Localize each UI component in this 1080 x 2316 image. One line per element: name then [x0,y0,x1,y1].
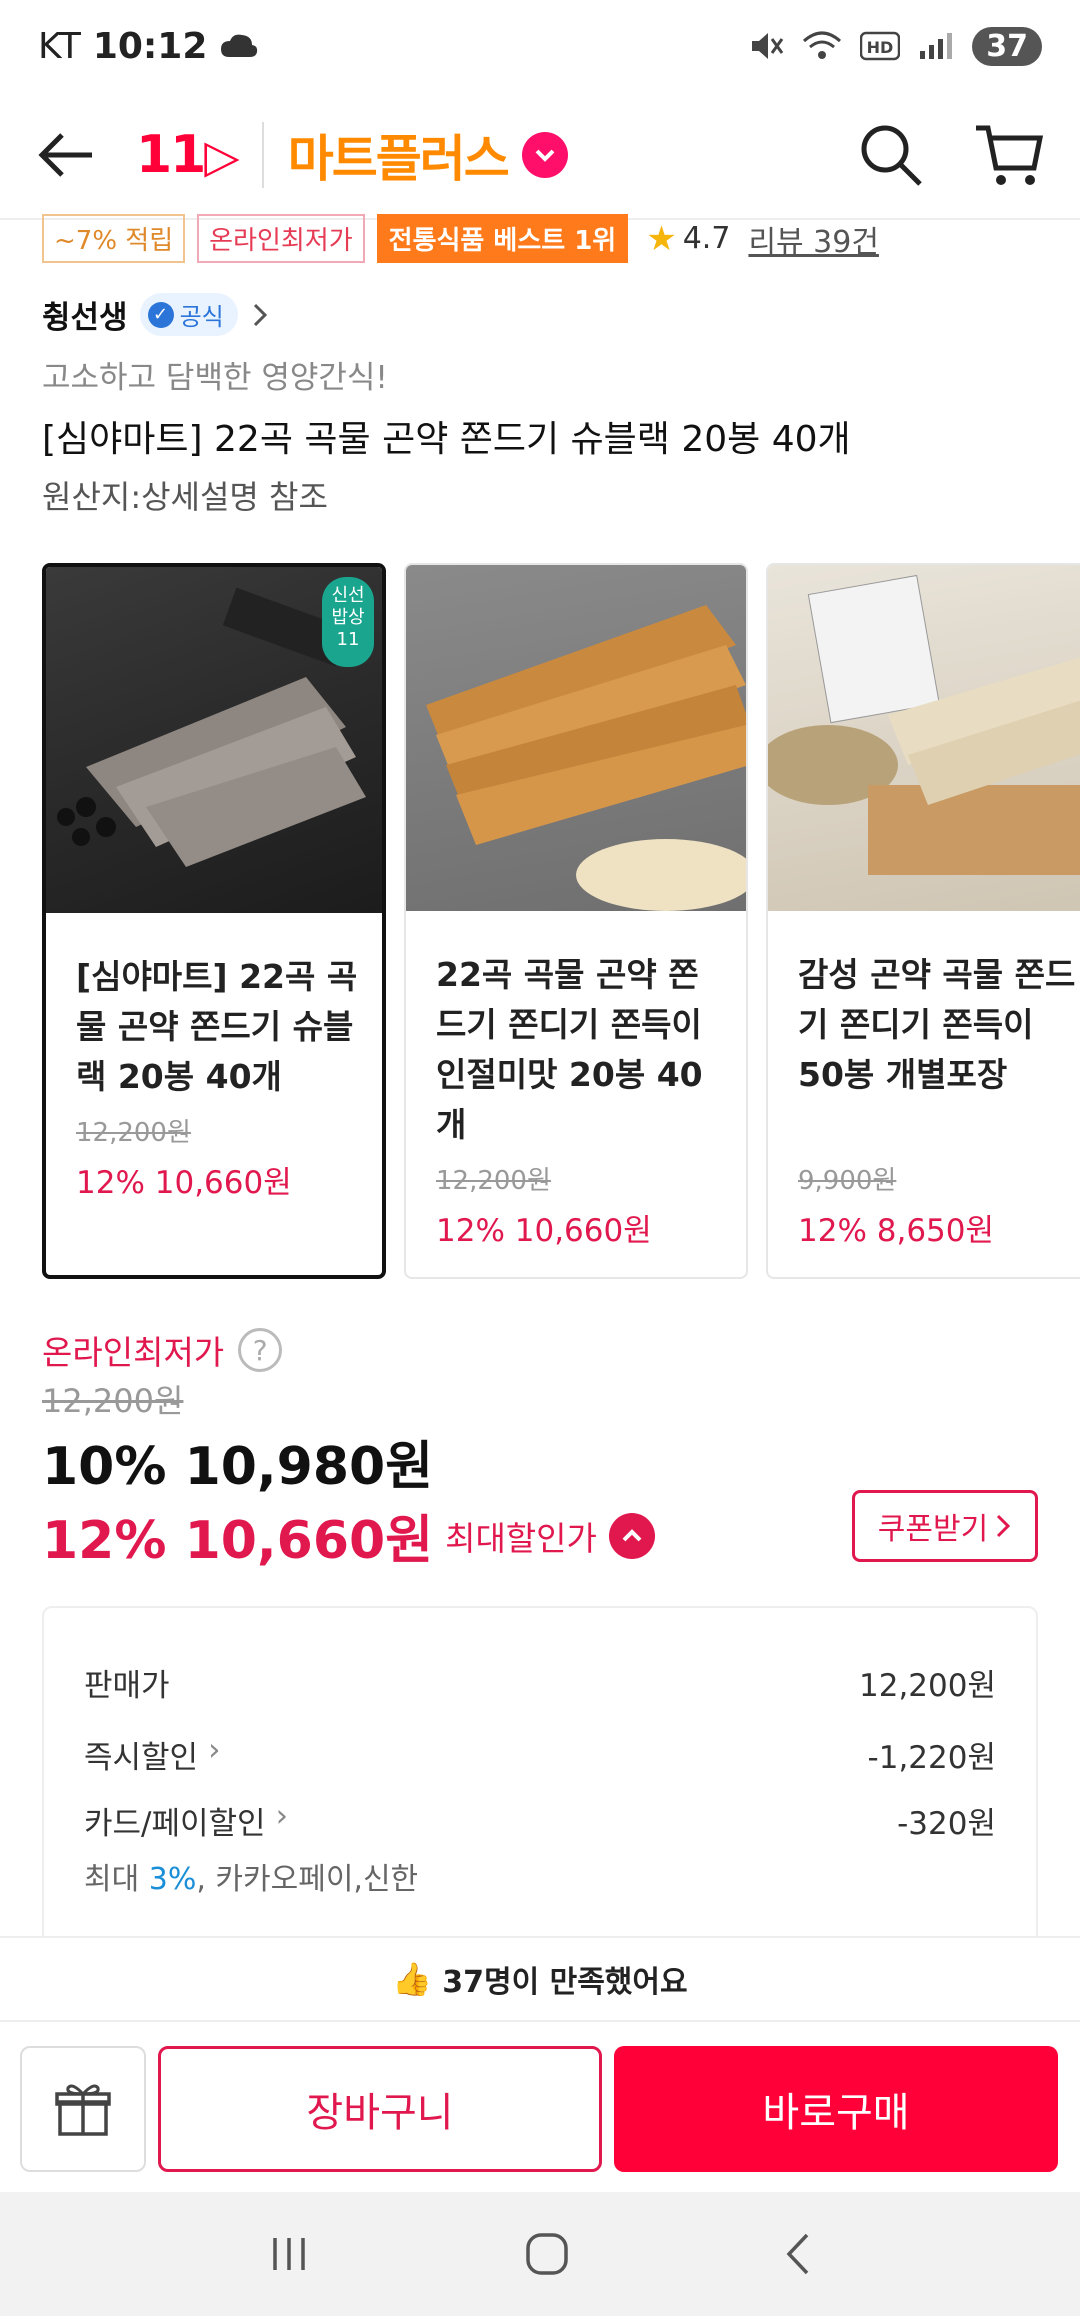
cloud-icon [221,34,258,57]
note-cards: , 카카오페이,신한 [196,1862,419,1897]
thumbs-up-icon: 👍 [392,1960,433,1998]
option-original-price: 9,900원 [798,1166,897,1196]
verified-check-icon: ✓ [147,301,174,328]
sale-price-row: 판매가 12,200원 [84,1660,996,1705]
chevron-right-icon [997,1514,1011,1538]
lowest-price-label: 온라인최저가 [42,1333,225,1372]
purchase-bar: 장바구니 바로구매 [0,2020,1080,2192]
best-rank-tag: 전통식품 베스트 1위 [376,214,629,263]
product-origin: 원산지:상세설명 참조 [42,478,328,516]
brand-divider [261,122,264,188]
rating: ★ 4.7 리뷰 39건 [646,217,879,261]
option-name: [심야마트] 22곡 곡물 곤약 쫀드기 슈블랙 20봉 40개 [76,957,358,1096]
original-price: 12,200원 [42,1382,184,1420]
sale-price-label: 판매가 [84,1668,170,1704]
instant-discount-label: 즉시할인 [84,1740,199,1776]
satisfaction-banner: 👍 37명이 만족했어요 [0,1936,1080,2020]
home-icon[interactable] [524,2231,570,2277]
product-title: [심야마트] 22곡 곡물 곤약 쫀드기 슈블랙 20봉 40개 [42,419,851,460]
mart-plus-label[interactable]: 마트플러스 [288,119,510,191]
chevron-up-icon[interactable] [608,1512,655,1559]
card-discount-value: -320원 [897,1806,996,1842]
max-discount-label: 최대할인가 [445,1518,597,1558]
option-card[interactable]: 감성 곤약 곡물 쫀드기 쫀디기 쫀득이 50봉 개별포장 9,900원 12%… [766,563,1080,1279]
official-badge: ✓ 공식 [139,293,238,336]
hd-icon: HD [860,31,901,61]
status-bar: KT 10:12 HD 37 [0,0,1080,92]
sale-price-value: 12,200원 [859,1668,996,1704]
option-card[interactable]: 신선 밥상 11 [심야마트] 22곡 곡물 곤약 쫀드기 슈블랙 20봉 40… [42,563,386,1279]
system-nav-bar [0,2192,1080,2316]
option-sale-price: 12% 10,660원 [76,1165,292,1201]
seller-link[interactable]: 췽선생 ✓ 공식 [42,292,270,337]
rating-value: 4.7 [682,221,731,256]
app-header: 11▷ 마트플러스 [0,92,1080,220]
gift-icon [55,2084,111,2136]
discounted-price: 10% 10,980원 [42,1437,434,1497]
mute-icon [752,33,784,59]
option-sale-price: 12% 8,650원 [798,1213,995,1249]
gift-button[interactable] [20,2046,146,2172]
option-card[interactable]: 22곡 곡물 곤약 쫀드기 쫀디기 쫀득이 인절미맛 20봉 40개 12,20… [404,563,748,1279]
option-sale-price: 12% 10,660원 [436,1213,652,1249]
option-original-price: 12,200원 [436,1166,551,1196]
points-tag: ~7% 적립 [42,214,186,263]
note-percent: 3% [148,1862,197,1897]
battery-indicator: 37 [972,26,1042,66]
chevron-right-icon [253,303,267,326]
back-icon[interactable] [783,2231,813,2277]
instant-discount-row[interactable]: 즉시할인 › -1,220원 [84,1732,996,1777]
coupon-label: 쿠폰받기 [877,1512,989,1547]
max-discount-value: 12% 10,660원 [42,1511,434,1571]
option-name: 22곡 곡물 곤약 쫀드기 쫀디기 쫀득이 인절미맛 20봉 40개 [436,955,703,1144]
back-arrow-icon[interactable] [36,130,96,180]
max-discount-price: 12% 10,660원 최대할인가 [42,1498,655,1573]
card-discount-note: 최대 3%, 카카오페이,신한 [84,1854,418,1898]
wifi-icon [803,31,842,59]
recent-apps-icon[interactable] [267,2234,311,2274]
search-icon[interactable] [858,122,924,188]
svg-text:HD: HD [867,38,894,57]
note-prefix: 최대 [84,1862,149,1897]
add-to-cart-button[interactable]: 장바구니 [158,2046,602,2172]
product-subtitle: 고소하고 담백한 영양간식! [42,360,388,396]
card-discount-label: 카드/페이할인 [84,1806,266,1842]
instant-discount-value: -1,220원 [867,1740,996,1776]
option-name: 감성 곤약 곡물 쫀드기 쫀디기 쫀득이 50봉 개별포장 [798,955,1076,1094]
buy-now-button[interactable]: 바로구매 [614,2046,1058,2172]
lowest-price-info: 온라인최저가 ? [42,1326,283,1374]
chevron-down-icon[interactable] [521,132,568,178]
star-icon: ★ [646,218,677,259]
get-coupon-button[interactable]: 쿠폰받기 [852,1490,1038,1562]
lowest-price-tag: 온라인최저가 [197,214,365,263]
seller-name: 췽선생 [42,300,128,336]
product-tags: ~7% 적립 온라인최저가 전통식품 베스트 1위 ★ 4.7 리뷰 39건 [42,214,879,263]
review-link[interactable]: 리뷰 39건 [748,217,879,261]
help-icon[interactable]: ? [238,1328,283,1372]
card-discount-row[interactable]: 카드/페이할인 › -320원 [84,1798,996,1843]
satisfaction-text: 37명이 만족했어요 [442,1965,688,2000]
clock: 10:12 [92,25,208,67]
carrier-label: KT [38,25,81,67]
product-image: 신선 밥상 11 [46,567,382,913]
option-original-price: 12,200원 [76,1118,191,1148]
fresh-table-badge: 신선 밥상 11 [322,577,374,667]
chevron-right-icon: › [275,1798,288,1834]
price-breakdown: 판매가 12,200원 즉시할인 › -1,220원 카드/페이할인 › -32… [42,1606,1038,1936]
brand-logo-11[interactable]: 11▷ [136,125,240,185]
product-image [768,565,1080,911]
brand-logo-text: 11 [136,125,206,185]
product-image [406,565,746,911]
signal-icon [920,33,953,59]
cart-icon[interactable] [974,122,1044,188]
chevron-right-icon: › [208,1732,221,1768]
official-label: 공식 [179,303,224,331]
